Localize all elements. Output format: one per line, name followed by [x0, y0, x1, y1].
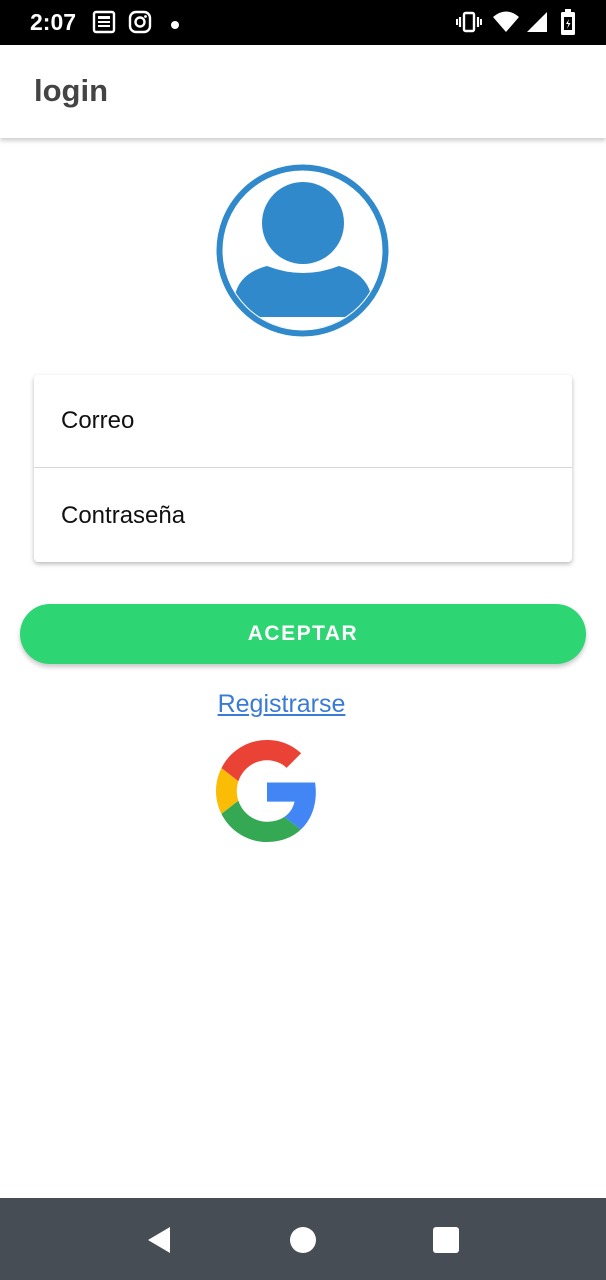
google-signin-button[interactable] — [216, 740, 318, 842]
recents-icon[interactable] — [428, 1222, 464, 1258]
accept-button[interactable]: ACEPTAR — [20, 604, 586, 664]
password-field[interactable]: Contraseña — [34, 469, 572, 562]
login-form-card: Correo Contraseña — [34, 375, 572, 562]
news-icon — [92, 10, 116, 39]
home-icon[interactable] — [285, 1222, 321, 1258]
status-time: 2:07 — [30, 9, 77, 35]
email-placeholder: Correo — [61, 407, 135, 434]
user-avatar-icon — [215, 163, 390, 338]
wifi-icon — [492, 10, 520, 39]
register-link[interactable]: Registrarse — [0, 689, 563, 719]
battery-icon — [560, 8, 576, 41]
instagram-icon — [128, 10, 152, 39]
page-title: login — [34, 73, 109, 108]
status-bar: 2:07 — [0, 0, 606, 45]
signal-icon — [526, 10, 548, 39]
password-placeholder: Contraseña — [61, 501, 186, 529]
notification-dot-icon — [170, 17, 180, 35]
google-logo-icon — [216, 740, 316, 842]
vibrate-icon — [456, 10, 482, 39]
accept-button-label: ACEPTAR — [247, 622, 359, 645]
app-bar: login — [0, 45, 606, 138]
email-field[interactable]: Correo — [34, 375, 572, 468]
system-nav-bar — [0, 1198, 606, 1280]
back-icon[interactable] — [142, 1222, 178, 1258]
